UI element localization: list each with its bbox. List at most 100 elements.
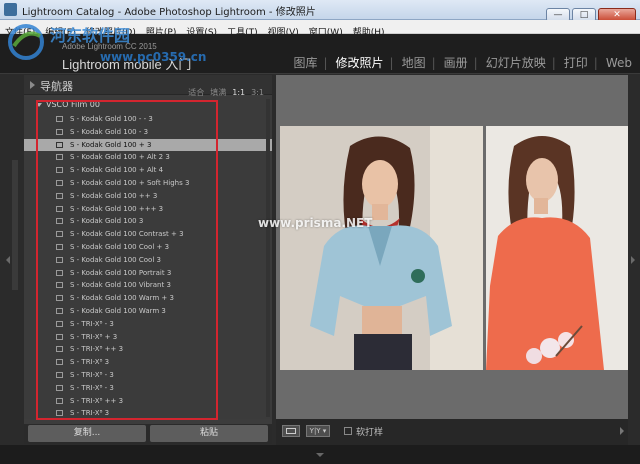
preset-item[interactable]: S - Kodak Gold 100 +++ 3 <box>24 203 272 216</box>
soft-proof-label: 软打样 <box>356 428 384 438</box>
loupe-view-icon[interactable] <box>282 425 300 437</box>
copy-settings-button[interactable]: 复制... <box>28 425 146 442</box>
module-separator: | <box>431 56 436 70</box>
preset-icon <box>56 243 63 250</box>
module-slideshow[interactable]: 幻灯片放映 <box>486 54 546 71</box>
preset-folder[interactable]: VSCO Film 00 <box>36 100 100 112</box>
window-controls: — □ ✕ <box>544 2 636 22</box>
preset-icon <box>56 384 63 391</box>
preset-item[interactable]: S - Kodak Gold 100 + Alt 4 <box>24 164 272 177</box>
left-edge-strip <box>12 160 18 290</box>
preset-icon <box>56 141 63 148</box>
navigator-header[interactable]: 导航器 适合 填满 1:1 3:1 <box>24 75 272 97</box>
image-view <box>276 75 628 419</box>
preset-icon <box>56 128 63 135</box>
preset-label: S - TRI-X⁸ - 3 <box>70 383 114 392</box>
preset-icon <box>56 205 63 212</box>
preset-label: S - Kodak Gold 100 - 3 <box>70 127 149 136</box>
preset-label: S - TRI-X⁸ ++ 3 <box>70 396 124 405</box>
watermark-site-name: 河东软件园 <box>50 26 131 45</box>
preset-item[interactable]: S - Kodak Gold 100 - 3 <box>24 126 272 139</box>
preset-item[interactable]: S - Kodak Gold 100 Cool 3 <box>24 254 272 267</box>
preset-item[interactable]: S - TRI-X⁸ 3 <box>24 356 272 369</box>
preset-label: S - Kodak Gold 100 Vibrant 3 <box>70 281 171 290</box>
zoom-3-1[interactable]: 3:1 <box>251 88 264 97</box>
preset-label: S - TRI-X⁸ ++ 3 <box>70 345 124 354</box>
preset-icon <box>56 218 63 225</box>
left-panel-toggle-icon[interactable] <box>6 256 10 264</box>
module-web[interactable]: Web <box>606 56 632 70</box>
preset-item[interactable]: S - TRI-X⁸ 3 <box>24 407 272 419</box>
navigator-title: 导航器 <box>40 80 73 93</box>
preset-item[interactable]: S - Kodak Gold 100 - - 3 <box>24 113 272 126</box>
presets-scrollbar[interactable] <box>266 99 270 417</box>
preset-label: S - TRI-X⁸ 3 <box>70 409 110 418</box>
preset-item[interactable]: S - Kodak Gold 100 + 3 <box>24 138 272 152</box>
preset-item[interactable]: S - TRI-X⁸ - 3 <box>24 382 272 395</box>
preset-item[interactable]: S - Kodak Gold 100 Contrast + 3 <box>24 228 272 241</box>
module-library[interactable]: 图库 <box>293 54 317 71</box>
preset-icon <box>56 256 63 263</box>
preset-item[interactable]: S - Kodak Gold 100 Vibrant 3 <box>24 279 272 292</box>
preset-item[interactable]: S - Kodak Gold 100 3 <box>24 215 272 228</box>
preset-icon <box>56 333 63 340</box>
toolbar-expand-icon[interactable] <box>620 427 624 435</box>
preset-item[interactable]: S - Kodak Gold 100 Cool + 3 <box>24 241 272 254</box>
watermark-photo-text: www.prisma.NET <box>258 216 373 230</box>
preset-label: S - Kodak Gold 100 + Soft Highs 3 <box>70 178 190 187</box>
preset-icon <box>56 359 63 366</box>
after-photo[interactable] <box>486 126 628 370</box>
title-bar: Lightroom Catalog - Adobe Photoshop Ligh… <box>0 0 640 22</box>
module-separator: | <box>389 56 394 70</box>
preset-icon <box>56 410 63 417</box>
preset-icon <box>56 295 63 302</box>
filmstrip-bar <box>0 445 640 464</box>
before-photo[interactable] <box>280 126 483 370</box>
preset-label: S - Kodak Gold 100 - - 3 <box>70 115 153 123</box>
preset-icon <box>56 116 63 122</box>
module-map[interactable]: 地图 <box>402 54 426 71</box>
preset-item[interactable]: S - Kodak Gold 100 Warm 3 <box>24 305 272 318</box>
preset-label: S - Kodak Gold 100 Warm 3 <box>70 306 166 315</box>
soft-proof-checkbox[interactable] <box>344 427 352 435</box>
folder-expanded-icon[interactable] <box>36 102 42 107</box>
preset-icon <box>56 154 63 161</box>
preset-label: S - Kodak Gold 100 Contrast + 3 <box>70 230 184 239</box>
zoom-1-1[interactable]: 1:1 <box>232 88 245 97</box>
presets-panel: VSCO Film 00 S - Kodak Gold 100 - - 3S -… <box>24 97 272 419</box>
preset-label: S - Kodak Gold 100 Portrait 3 <box>70 268 172 277</box>
preset-item[interactable]: S - TRI-X⁸ ++ 3 <box>24 343 272 356</box>
module-book[interactable]: 画册 <box>444 54 468 71</box>
watermark-logo-icon <box>8 24 44 60</box>
preset-label: S - TRI-X⁸ 3 <box>70 358 110 367</box>
preset-item[interactable]: S - TRI-X⁸ ++ 3 <box>24 395 272 408</box>
before-after-view-button[interactable]: Y|Y ▾ <box>306 425 330 437</box>
preset-icon <box>56 397 63 404</box>
filmstrip-toggle-icon[interactable] <box>316 453 324 457</box>
lightroom-app-icon <box>4 3 17 16</box>
preset-item[interactable]: S - TRI-X⁸ + 3 <box>24 331 272 344</box>
module-separator: | <box>473 56 478 70</box>
preset-list: S - Kodak Gold 100 - - 3 S - Kodak Gold 1… <box>24 113 272 419</box>
preset-item[interactable]: S - Kodak Gold 100 + Alt 2 3 <box>24 151 272 164</box>
preset-label: S - TRI-X⁸ + 3 <box>70 332 118 341</box>
module-develop[interactable]: 修改照片 <box>336 54 384 71</box>
preset-icon <box>56 282 63 289</box>
preset-item[interactable]: S - Kodak Gold 100 Portrait 3 <box>24 267 272 280</box>
preset-label: S - Kodak Gold 100 Cool + 3 <box>70 242 170 251</box>
preset-item[interactable]: S - Kodak Gold 100 + Soft Highs 3 <box>24 177 272 190</box>
preset-label: S - Kodak Gold 100 Cool 3 <box>70 255 161 264</box>
preset-icon <box>56 346 63 353</box>
preset-item[interactable]: S - TRI-X⁸ - 3 <box>24 369 272 382</box>
preset-item[interactable]: S - Kodak Gold 100 ++ 3 <box>24 190 272 203</box>
paste-settings-button[interactable]: 粘贴 <box>150 425 268 442</box>
preset-label: S - Kodak Gold 100 + Alt 2 3 <box>70 153 170 162</box>
preset-icon <box>56 269 63 276</box>
preset-item[interactable]: S - Kodak Gold 100 Warm + 3 <box>24 292 272 305</box>
develop-toolbar: Y|Y ▾ 软打样 <box>276 419 628 445</box>
expand-triangle-icon[interactable] <box>30 81 35 89</box>
right-panel-toggle-icon[interactable] <box>631 256 635 264</box>
module-picker: 图库 | 修改照片 | 地图 | 画册 | 幻灯片放映 | 打印 | Web <box>291 52 632 71</box>
preset-item[interactable]: S - TRI-X⁸ - 3 <box>24 318 272 331</box>
module-print[interactable]: 打印 <box>564 54 588 71</box>
